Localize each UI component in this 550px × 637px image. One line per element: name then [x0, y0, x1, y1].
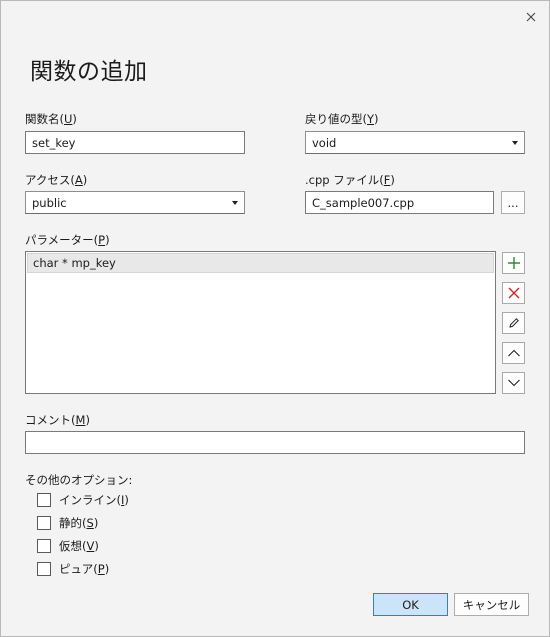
dialog-title: 関数の追加: [30, 59, 148, 85]
list-item[interactable]: char * mp_key: [27, 253, 494, 273]
pencil-icon: [508, 318, 519, 328]
function-name-input[interactable]: set_key: [25, 131, 245, 154]
add-parameter-button[interactable]: [502, 252, 525, 274]
access-select[interactable]: public: [25, 191, 245, 214]
chevron-down-icon: [232, 200, 238, 205]
close-button[interactable]: [520, 6, 542, 28]
virtual-checkbox[interactable]: [37, 539, 51, 553]
edit-parameter-button[interactable]: [502, 312, 525, 334]
return-type-select[interactable]: void: [305, 131, 525, 154]
virtual-label: 仮想(V): [59, 539, 99, 553]
inline-checkbox[interactable]: [37, 493, 51, 507]
pure-label: ピュア(P): [59, 562, 110, 576]
delete-x-icon: [508, 287, 519, 299]
parameters-label: パラメーター(P): [25, 233, 110, 247]
comment-input[interactable]: [25, 431, 525, 454]
close-icon: [526, 12, 536, 22]
return-type-label: 戻り値の型(Y): [305, 112, 379, 126]
pure-checkbox[interactable]: [37, 562, 51, 576]
function-name-label: 関数名(U): [25, 112, 77, 126]
move-down-button[interactable]: [502, 372, 525, 394]
pure-checkbox-row[interactable]: ピュア(P): [37, 561, 109, 577]
move-up-button[interactable]: [502, 342, 525, 364]
other-options-label: その他のオプション:: [25, 473, 133, 487]
plus-icon: [507, 257, 520, 269]
cancel-button[interactable]: キャンセル: [454, 593, 529, 616]
inline-checkbox-row[interactable]: インライン(I): [37, 492, 129, 508]
comment-label: コメント(M): [25, 413, 90, 427]
chevron-up-icon: [507, 349, 520, 357]
static-label: 静的(S): [59, 516, 99, 530]
access-label: アクセス(A): [25, 173, 88, 187]
static-checkbox[interactable]: [37, 516, 51, 530]
static-checkbox-row[interactable]: 静的(S): [37, 515, 98, 531]
ok-button[interactable]: OK: [373, 593, 448, 616]
virtual-checkbox-row[interactable]: 仮想(V): [37, 538, 99, 554]
cpp-file-input[interactable]: C_sample007.cpp: [305, 191, 494, 214]
remove-parameter-button[interactable]: [502, 282, 525, 304]
browse-button[interactable]: ...: [501, 191, 525, 214]
inline-label: インライン(I): [59, 493, 129, 507]
chevron-down-icon: [507, 379, 520, 387]
chevron-down-icon: [512, 140, 518, 145]
parameters-list[interactable]: char * mp_key: [25, 251, 496, 394]
cpp-file-label: .cpp ファイル(F): [305, 173, 395, 187]
